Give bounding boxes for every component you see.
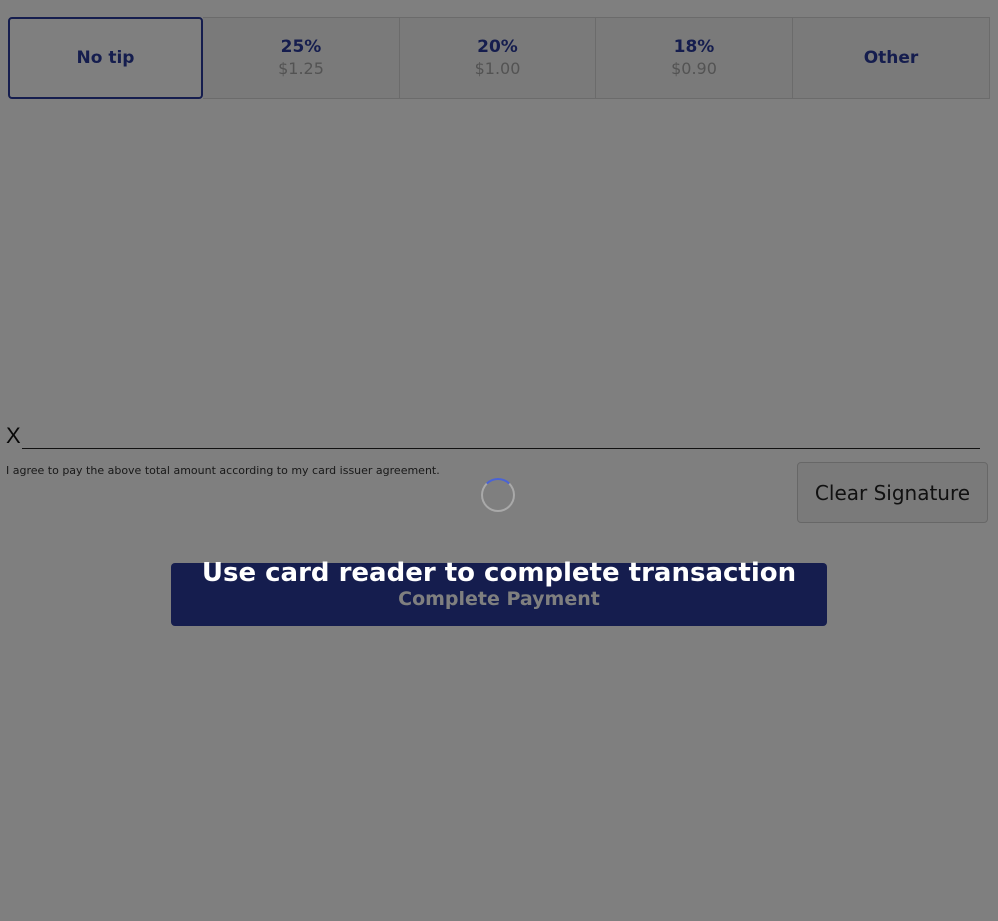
- loading-spinner-icon: [481, 478, 515, 512]
- modal-overlay: [0, 0, 998, 921]
- card-reader-message: Use card reader to complete transaction: [201, 558, 797, 588]
